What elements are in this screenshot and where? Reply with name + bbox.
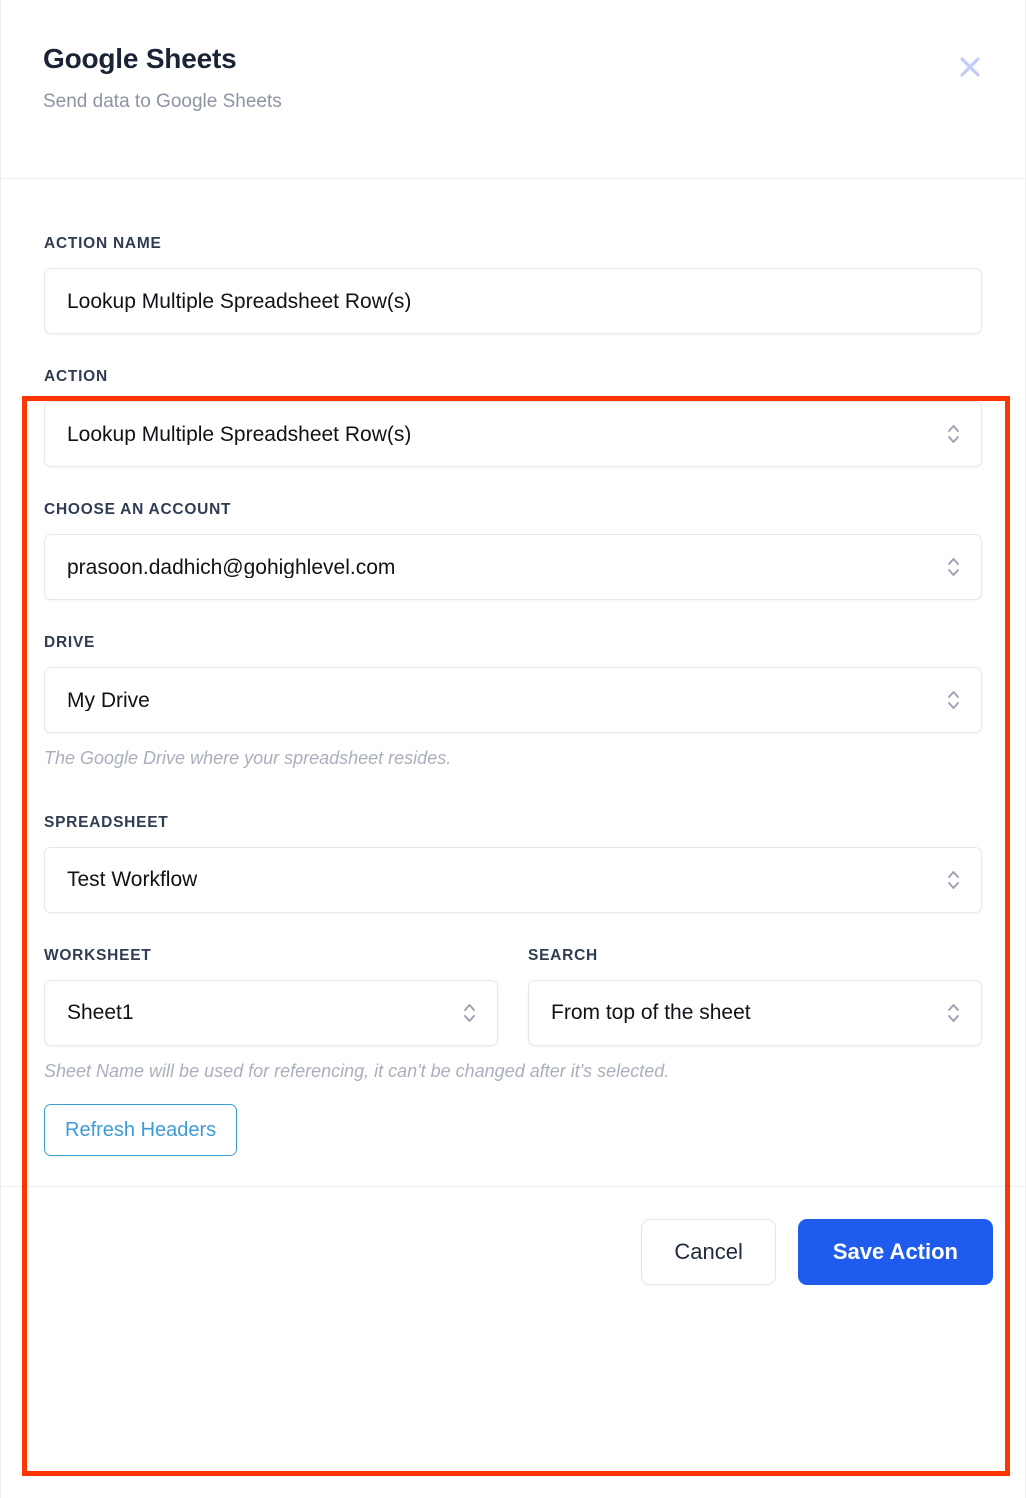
spreadsheet-select[interactable]: Test Workflow: [44, 846, 982, 913]
field-action: ACTION Lookup Multiple Spreadsheet Row(s…: [44, 368, 982, 467]
label-drive: DRIVE: [44, 634, 96, 651]
action-value: Lookup Multiple Spreadsheet Row(s): [67, 423, 412, 445]
account-select[interactable]: prasoon.dadhich@gohighlevel.com: [44, 534, 982, 600]
field-spreadsheet: SPREADSHEET Test Workflow: [44, 814, 982, 913]
field-drive: DRIVE My Drive The Google Drive where yo…: [44, 634, 982, 770]
worksheet-select[interactable]: Sheet1: [44, 979, 498, 1046]
chevron-up-down-icon: [461, 998, 477, 1028]
label-action: ACTION: [44, 368, 108, 385]
drive-help-text: The Google Drive where your spreadsheet …: [44, 748, 452, 768]
close-icon: [955, 52, 985, 82]
label-action-name: ACTION NAME: [44, 235, 162, 252]
save-action-button[interactable]: Save Action: [797, 1219, 993, 1285]
google-sheets-action-modal: Google Sheets Send data to Google Sheets…: [0, 0, 1026, 1498]
modal-subtitle: Send data to Google Sheets: [43, 90, 282, 112]
label-search: SEARCH: [528, 946, 598, 964]
refresh-headers-button[interactable]: Refresh Headers: [44, 1104, 238, 1156]
action-form: ACTION NAME Lookup Multiple Spreadsheet …: [1, 197, 1025, 1082]
label-spreadsheet: SPREADSHEET: [44, 813, 169, 831]
refresh-headers-row: Refresh Headers: [1, 1082, 1025, 1186]
label-worksheet: WORKSHEET: [44, 946, 152, 964]
action-name-value: Lookup Multiple Spreadsheet Row(s): [67, 290, 412, 312]
chevron-up-down-icon: [945, 419, 961, 449]
chevron-up-down-icon: [945, 685, 961, 715]
drive-select[interactable]: My Drive: [44, 667, 982, 733]
label-account: CHOOSE AN ACCOUNT: [44, 501, 232, 518]
chevron-up-down-icon: [945, 998, 961, 1028]
chevron-up-down-icon: [945, 865, 961, 895]
modal-body: ACTION NAME Lookup Multiple Spreadsheet …: [1, 179, 1025, 1476]
search-value: From top of the sheet: [551, 1002, 751, 1023]
field-action-name: ACTION NAME Lookup Multiple Spreadsheet …: [44, 235, 982, 334]
spreadsheet-value: Test Workflow: [67, 869, 198, 890]
worksheet-help-text: Sheet Name will be used for referencing,…: [44, 1060, 670, 1081]
page-title: Google Sheets: [43, 43, 237, 74]
field-account: CHOOSE AN ACCOUNT prasoon.dadhich@gohigh…: [44, 501, 982, 600]
close-button[interactable]: [951, 48, 989, 86]
search-select[interactable]: From top of the sheet: [528, 979, 982, 1046]
action-select[interactable]: Lookup Multiple Spreadsheet Row(s): [44, 401, 982, 467]
account-value: prasoon.dadhich@gohighlevel.com: [67, 556, 396, 578]
chevron-up-down-icon: [945, 552, 961, 582]
modal-header: Google Sheets Send data to Google Sheets: [1, 0, 1025, 179]
cancel-button[interactable]: Cancel: [641, 1219, 776, 1285]
field-search: SEARCH From top of the sheet: [528, 947, 982, 1046]
field-worksheet: WORKSHEET Sheet1: [44, 947, 498, 1046]
worksheet-search-row: WORKSHEET Sheet1 SEARCH From top of the …: [44, 947, 982, 1046]
action-name-input[interactable]: Lookup Multiple Spreadsheet Row(s): [44, 268, 982, 334]
modal-footer: Cancel Save Action: [1, 1186, 1025, 1319]
drive-value: My Drive: [67, 689, 150, 711]
worksheet-value: Sheet1: [67, 1002, 134, 1023]
